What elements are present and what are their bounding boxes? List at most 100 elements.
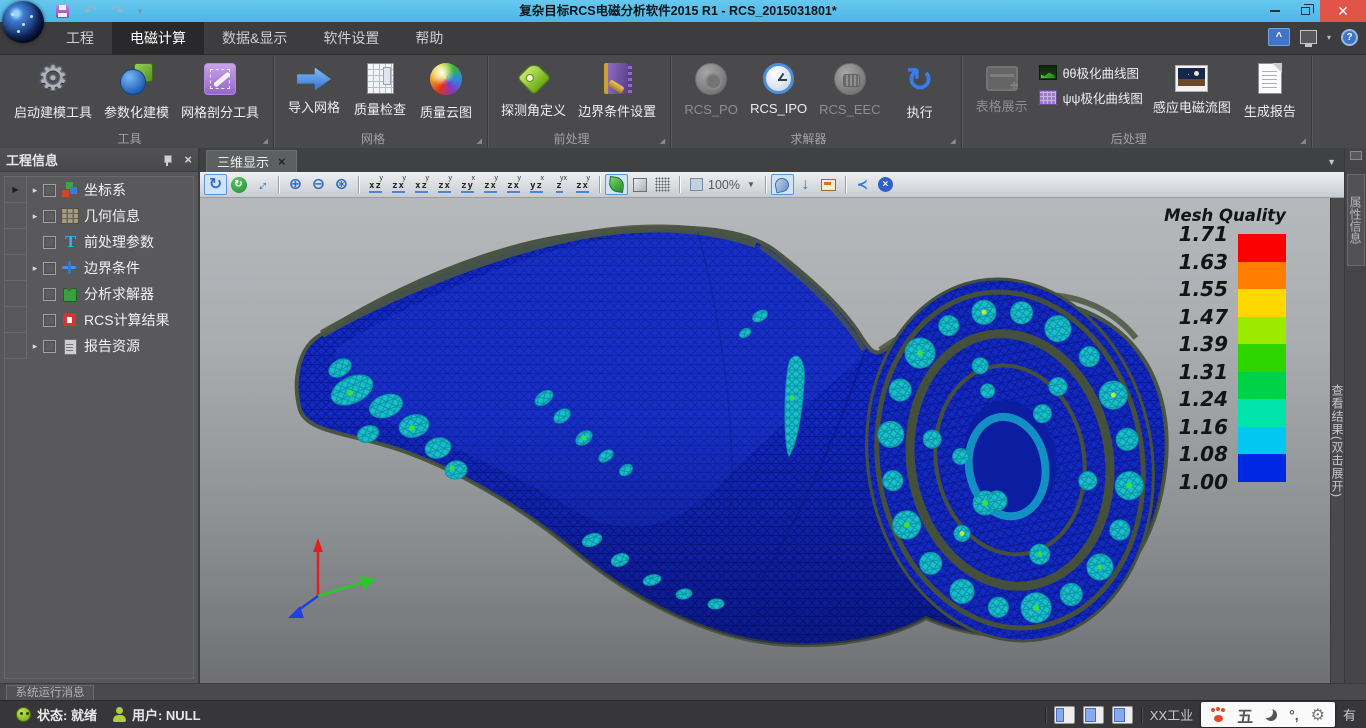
pan-button[interactable] xyxy=(250,174,273,195)
system-message-tab[interactable]: 系统运行消息 xyxy=(6,685,94,701)
display-dropdown-icon[interactable]: ▾ xyxy=(1327,33,1331,42)
layout-bottom-panel-button[interactable] xyxy=(1112,706,1133,724)
expander-icon[interactable]: ▸ xyxy=(27,341,43,352)
import-down-button[interactable] xyxy=(794,174,817,195)
save-icon[interactable] xyxy=(56,5,69,18)
ribbon-button[interactable]: 感应电磁流图 xyxy=(1147,59,1237,118)
ribbon-button[interactable]: ψψ极化曲线图 xyxy=(1039,88,1143,107)
undo-icon[interactable]: ↶ xyxy=(83,3,96,19)
ribbon-button[interactable]: RCS_PO xyxy=(678,59,744,119)
ribbon-button[interactable]: 边界条件设置 xyxy=(572,59,662,122)
tree-item[interactable]: ▸报告资源 xyxy=(5,333,193,359)
view-orientation-button[interactable]: yxz xyxy=(410,174,433,195)
tree-item[interactable]: ▸ 边界条件 xyxy=(5,255,193,281)
close-button[interactable]: ✕ xyxy=(1320,0,1366,22)
leaf-button[interactable] xyxy=(605,174,628,195)
view-orientation-button[interactable]: yzx xyxy=(502,174,525,195)
menu-tab[interactable]: 数据&显示 xyxy=(204,22,305,55)
ribbon-button[interactable]: 质量检查 xyxy=(347,59,413,120)
ribbon-button[interactable]: θθ极化曲线图 xyxy=(1039,63,1143,82)
ribbon-button[interactable]: 探测角定义 xyxy=(495,59,572,121)
ribbon-button[interactable]: 生成报告 xyxy=(1237,59,1303,122)
ribbon-button[interactable]: 参数化建模 xyxy=(98,59,175,123)
tab-list-dropdown-icon[interactable]: ▼ xyxy=(1327,157,1336,167)
display-settings-icon[interactable] xyxy=(1300,30,1317,44)
ribbon-button[interactable]: RCS_EEC xyxy=(813,59,886,119)
menu-tab[interactable]: 电磁计算 xyxy=(112,22,204,55)
zoom-out-button[interactable] xyxy=(307,174,330,195)
collapse-ribbon-icon[interactable]: ^ xyxy=(1268,28,1290,46)
layout-left-panel-button[interactable] xyxy=(1054,706,1075,724)
zoom-window-button[interactable] xyxy=(330,174,353,195)
minimize-button[interactable] xyxy=(1260,0,1290,22)
tree-item-label: 边界条件 xyxy=(84,258,140,278)
menu-tab[interactable]: 帮助 xyxy=(397,22,461,55)
view-orientation-button[interactable]: yzx xyxy=(433,174,456,195)
3d-canvas[interactable]: Mesh Quality 1.711.631.551.471.391.311.2… xyxy=(200,198,1344,683)
view-orientation-button[interactable]: xyz xyxy=(525,174,548,195)
tree-checkbox[interactable] xyxy=(43,340,56,353)
view-orientation-button[interactable]: yxz xyxy=(548,174,571,195)
ribbon-button[interactable]: 网格剖分工具 xyxy=(175,59,265,123)
view-orientation-button[interactable]: yzx xyxy=(387,174,410,195)
maximize-button[interactable] xyxy=(1290,0,1320,22)
legend-color-swatch xyxy=(1238,289,1286,317)
tree-checkbox[interactable] xyxy=(43,288,56,301)
toolbar-divider xyxy=(765,176,766,193)
menu-tab[interactable]: 软件设置 xyxy=(305,22,397,55)
window-copy-button[interactable] xyxy=(817,174,840,195)
panel-close-icon[interactable]: × xyxy=(184,155,192,165)
ribbon-button[interactable]: 质量云图 xyxy=(413,59,479,123)
tree-checkbox[interactable] xyxy=(43,210,56,223)
tree-checkbox[interactable] xyxy=(43,262,56,275)
view-orientation-button[interactable]: yzx xyxy=(479,174,502,195)
ime-punctuation-toggle[interactable]: °, xyxy=(1289,707,1299,723)
refresh-button[interactable] xyxy=(227,174,250,195)
ime-settings-gear-icon[interactable] xyxy=(1311,705,1325,725)
rotate-button[interactable] xyxy=(204,174,227,195)
ribbon-group-row: 表格展示θθ极化曲线图 ψψ极化曲线图感应电磁流图生成报告 xyxy=(969,59,1303,122)
results-collapsed-tab[interactable]: 查看结果(双击展开) xyxy=(1330,198,1344,683)
expander-icon[interactable]: ▸ xyxy=(27,211,43,222)
tree-item[interactable]: 分析求解器 xyxy=(5,281,193,307)
ime-toolbar[interactable]: 五 °, xyxy=(1201,702,1335,727)
view-orientation-button[interactable]: yxz xyxy=(364,174,387,195)
wireframe-button[interactable] xyxy=(651,174,674,195)
tree-checkbox[interactable] xyxy=(43,236,56,249)
zoom-level-select[interactable]: 100%▼ xyxy=(685,174,760,195)
view-orientation-button[interactable]: yzx xyxy=(571,174,594,195)
tree-item[interactable]: 前处理参数 xyxy=(5,229,193,255)
tree-item[interactable]: ▸几何信息 xyxy=(5,203,193,229)
solver-icon xyxy=(61,286,79,302)
ime-logo-icon[interactable] xyxy=(1211,708,1225,722)
tree-item[interactable]: RCS计算结果 xyxy=(5,307,193,333)
tab-close-icon[interactable]: × xyxy=(278,154,286,169)
layout-wide-panel-button[interactable] xyxy=(1083,706,1104,724)
tree-item[interactable]: ▶▸坐标系 xyxy=(5,177,193,203)
view-orientation-button[interactable]: xzy xyxy=(456,174,479,195)
property-info-tab[interactable]: 属性信息 xyxy=(1347,174,1365,266)
ime-moon-icon[interactable] xyxy=(1265,709,1277,721)
tag-icon xyxy=(517,61,551,95)
pin-icon[interactable] xyxy=(162,155,172,165)
ribbon-button[interactable]: 表格展示 xyxy=(969,59,1035,117)
expander-icon[interactable]: ▸ xyxy=(27,185,43,196)
tab-3d-display[interactable]: 三维显示 × xyxy=(206,150,297,172)
share-button[interactable] xyxy=(851,174,874,195)
help-icon[interactable]: ? xyxy=(1341,29,1358,46)
ime-mode-key[interactable]: 五 xyxy=(1237,703,1253,727)
shaded-button[interactable] xyxy=(628,174,651,195)
tree-checkbox[interactable] xyxy=(43,314,56,327)
ribbon-button[interactable]: 导入网格 xyxy=(281,59,347,118)
ribbon-button[interactable]: RCS_IPO xyxy=(744,59,813,118)
expander-icon[interactable]: ▸ xyxy=(27,263,43,274)
menu-tab[interactable]: 工程 xyxy=(48,22,112,55)
smooth-button[interactable] xyxy=(771,174,794,195)
ribbon-button[interactable]: 启动建模工具 xyxy=(8,59,98,123)
zoom-in-button[interactable] xyxy=(284,174,307,195)
tree-checkbox[interactable] xyxy=(43,184,56,197)
close-view-button[interactable] xyxy=(874,174,897,195)
legend-color-swatch xyxy=(1238,454,1286,482)
table-icon xyxy=(986,66,1018,91)
ribbon-button[interactable]: 执行 xyxy=(887,59,953,123)
